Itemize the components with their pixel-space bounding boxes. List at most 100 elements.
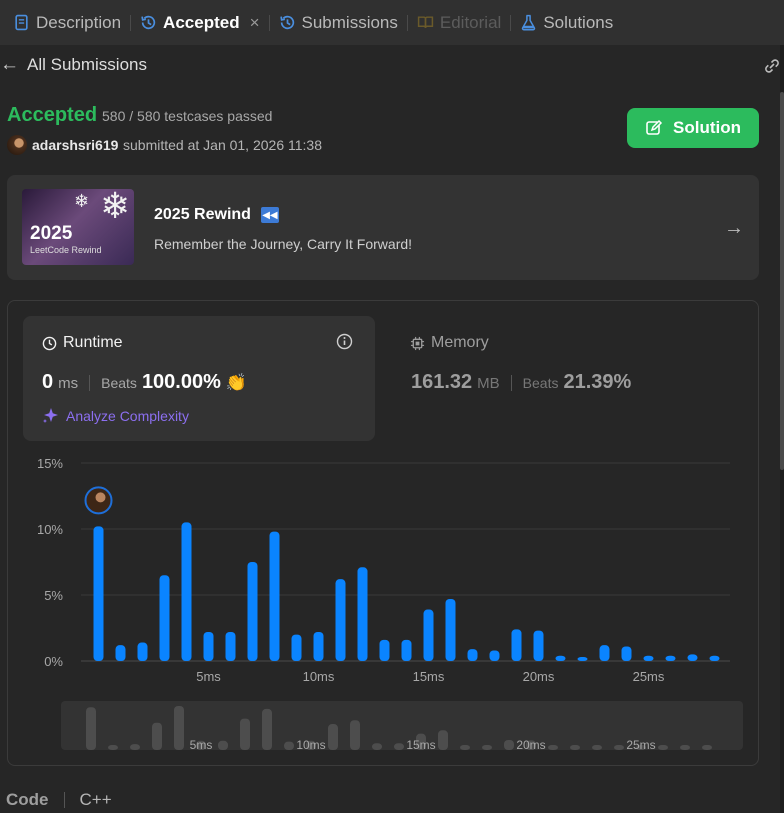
runtime-beats-value: 100.00% xyxy=(141,371,221,393)
author-name[interactable]: adarshsri619 xyxy=(32,137,118,153)
memory-beats-label: Beats xyxy=(522,375,559,391)
banner-subtitle: Remember the Journey, Carry It Forward! xyxy=(154,236,413,252)
chart-bar[interactable] xyxy=(599,645,610,661)
tab-label: Solutions xyxy=(543,12,614,32)
submission-status: Accepted xyxy=(7,104,98,126)
back-arrow-icon[interactable]: ← xyxy=(0,54,19,76)
chart-bar[interactable] xyxy=(181,522,192,661)
chart-bar[interactable] xyxy=(445,598,456,661)
tab-description[interactable]: Description xyxy=(4,0,130,45)
tab-solutions[interactable]: Solutions xyxy=(511,0,622,45)
navigator-bar xyxy=(570,745,580,750)
info-icon[interactable] xyxy=(336,333,353,350)
tab-submissions[interactable]: Submissions xyxy=(270,0,407,45)
close-tab-icon[interactable]: × xyxy=(250,13,260,33)
navigator-bar xyxy=(394,743,404,750)
tab-label: Submissions xyxy=(301,12,398,32)
runtime-distribution-chart[interactable]: 0% 5% 10% 15% 5ms 10ms 15ms 20ms 25ms 5ms 10ms 15ms… xyxy=(0,440,784,760)
chart-bar[interactable] xyxy=(203,631,214,661)
clapping-hands-icon: 👏 xyxy=(225,373,248,392)
navigator-bar xyxy=(86,707,96,750)
solution-button[interactable]: Solution xyxy=(627,108,759,148)
y-tick-label: 15% xyxy=(37,456,63,471)
navigator-bar xyxy=(702,745,712,750)
chart-bar[interactable] xyxy=(313,631,324,661)
chart-bar[interactable] xyxy=(159,575,170,661)
navigator-bar xyxy=(658,745,668,750)
chart-bar[interactable] xyxy=(357,567,368,661)
description-icon xyxy=(15,14,28,31)
chart-bar[interactable] xyxy=(533,630,544,661)
x-tick-label: 25ms xyxy=(633,669,665,684)
chart-bar[interactable] xyxy=(511,629,522,661)
runtime-beats-label: Beats xyxy=(101,375,137,391)
navigator-bar xyxy=(504,739,514,750)
y-tick-label: 0% xyxy=(44,654,63,669)
navigator-bar xyxy=(372,743,382,750)
history-icon xyxy=(279,15,294,30)
all-submissions-link[interactable]: All Submissions xyxy=(27,55,147,75)
navigator-bar xyxy=(174,706,184,750)
y-tick-label: 5% xyxy=(44,588,63,603)
clock-icon xyxy=(42,336,57,350)
chart-bar[interactable] xyxy=(555,655,566,661)
navigator-tick-label: 5ms xyxy=(190,738,213,752)
navigator-bar xyxy=(152,722,162,750)
navigator-bar xyxy=(460,745,470,750)
chart-bar[interactable] xyxy=(379,639,390,661)
chart-bar[interactable] xyxy=(137,642,148,661)
code-section-header: Code C++ xyxy=(6,790,112,810)
history-icon xyxy=(141,15,156,30)
tab-accepted[interactable]: Accepted × xyxy=(131,0,268,45)
navigator-tick-label: 25ms xyxy=(626,738,655,752)
chart-bar[interactable] xyxy=(291,634,302,661)
runtime-unit: ms xyxy=(58,375,79,392)
rewind-icon: ◀◀ xyxy=(260,207,279,223)
chart-bar[interactable] xyxy=(335,579,346,661)
navigator-bar xyxy=(438,730,448,750)
navigator-bar xyxy=(108,744,118,750)
memory-tab[interactable]: Memory xyxy=(410,334,489,352)
arrow-right-icon[interactable]: → xyxy=(724,217,744,239)
chart-bar[interactable] xyxy=(643,655,654,661)
chart-bar[interactable] xyxy=(423,609,434,661)
banner-title-text: 2025 Rewind xyxy=(154,206,251,223)
chart-bar[interactable] xyxy=(489,650,500,661)
snowflake-icon: ❄ xyxy=(74,191,90,211)
memory-unit: MB xyxy=(477,375,500,392)
code-label: Code xyxy=(6,790,49,809)
avatar[interactable] xyxy=(7,135,27,155)
tab-label: Editorial xyxy=(439,12,502,32)
chart-bar[interactable] xyxy=(577,657,588,661)
tab-label: Description xyxy=(36,12,122,32)
chart-bar[interactable] xyxy=(621,646,632,661)
code-language[interactable]: C++ xyxy=(80,790,112,810)
user-avatar-face xyxy=(95,492,106,503)
chart-bar[interactable] xyxy=(225,631,236,661)
analyze-complexity-link[interactable]: Analyze Complexity xyxy=(42,407,189,425)
navigator-tick-label: 20ms xyxy=(516,738,545,752)
chart-bar[interactable] xyxy=(401,639,412,661)
tab-editorial[interactable]: Editorial xyxy=(408,0,510,45)
flask-icon xyxy=(522,14,536,31)
submitted-time: submitted at Jan 01, 2026 11:38 xyxy=(123,137,322,153)
chart-bar[interactable] xyxy=(709,655,720,661)
banner-image-caption: LeetCode Rewind xyxy=(30,245,102,255)
scrollbar-thumb[interactable] xyxy=(780,92,784,470)
memory-value-row: 161.32 MB Beats 21.39% xyxy=(411,371,631,394)
chip-icon xyxy=(410,336,425,350)
runtime-title: Runtime xyxy=(42,334,123,352)
chart-bar[interactable] xyxy=(467,649,478,661)
testcases-passed: 580 / 580 testcases passed xyxy=(102,108,273,124)
chart-bar[interactable] xyxy=(269,531,280,661)
link-icon[interactable] xyxy=(762,56,782,76)
chart-bar[interactable] xyxy=(687,654,698,661)
navigator-bar xyxy=(350,720,360,750)
chart-bar[interactable] xyxy=(247,562,258,661)
navigator-bar xyxy=(548,745,558,750)
chart-bar[interactable] xyxy=(93,526,104,661)
chart-bar[interactable] xyxy=(115,645,126,661)
chart-bar[interactable] xyxy=(665,655,676,661)
snowflake-icon: ❄ xyxy=(100,189,131,226)
edit-icon xyxy=(646,119,663,135)
